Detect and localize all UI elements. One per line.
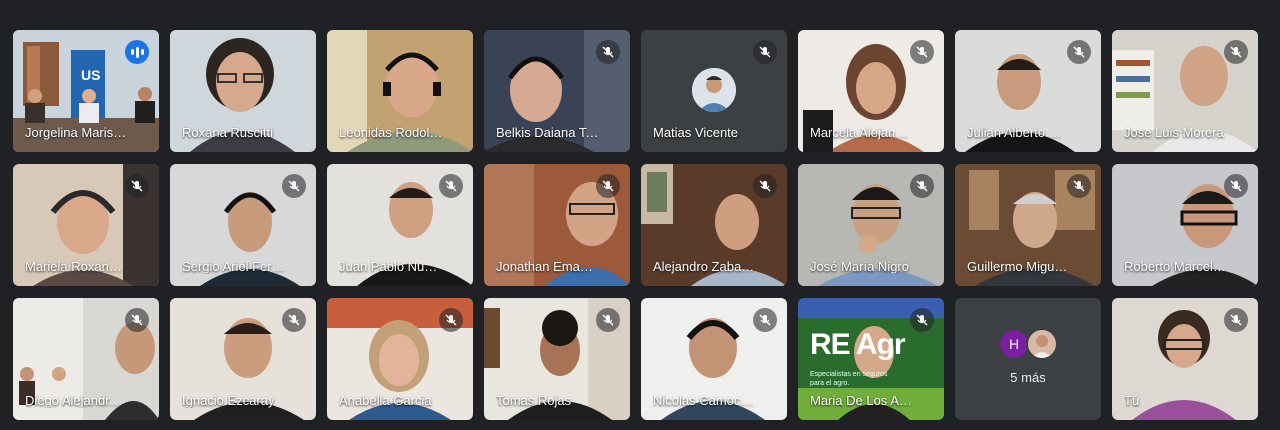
- participant-tile[interactable]: Tomas Rojas: [484, 298, 630, 420]
- speaking-indicator-icon: [125, 40, 149, 64]
- participant-tile[interactable]: Ignacio Ezcaray: [170, 298, 316, 420]
- participant-name: Marcela Alejandr…: [810, 125, 914, 140]
- participant-tile[interactable]: Julian Alberto Ni…: [955, 30, 1101, 152]
- participant-name: Matias Vicente: [653, 125, 739, 140]
- participant-name: Roberto Marcelo…: [1124, 259, 1228, 274]
- participant-name: Diego Alejandro …: [25, 393, 129, 408]
- more-participants-tile[interactable]: H 5 más: [955, 298, 1101, 420]
- participant-name: José María Nigro: [810, 259, 909, 274]
- wall-text: US: [81, 67, 100, 83]
- participant-name: Belkis Daiana Ter…: [496, 125, 600, 140]
- self-view-tile[interactable]: Tú: [1112, 298, 1258, 420]
- mic-off-icon: [125, 308, 149, 332]
- avatar-photo: [1026, 328, 1058, 360]
- participant-tile[interactable]: Jose Luis Morera: [1112, 30, 1258, 152]
- banner-subtext: Especialistas en seguros para el agro.: [810, 371, 888, 387]
- participant-name: Mariela Roxana …: [25, 259, 129, 274]
- participant-avatar: [692, 68, 736, 112]
- mic-off-icon: [1224, 174, 1248, 198]
- participant-name: Jorgelina Marisol…: [25, 125, 129, 140]
- mic-off-icon: [753, 174, 777, 198]
- participant-tile[interactable]: Jonathan Emanu…: [484, 164, 630, 286]
- participant-name: Anabella Garcia: [339, 393, 432, 408]
- participant-name: Roxana Ruscitti: [182, 125, 274, 140]
- mic-off-icon: [596, 40, 620, 64]
- participant-name: Julian Alberto Ni…: [967, 125, 1071, 140]
- participant-name: Tomas Rojas: [496, 393, 572, 408]
- participant-name: Sergio Ariel Fern…: [182, 259, 286, 274]
- participant-name: Ignacio Ezcaray: [182, 393, 275, 408]
- participant-name: Guillermo Migue…: [967, 259, 1071, 274]
- mic-off-icon: [282, 308, 306, 332]
- participant-tile[interactable]: Juan Pablo Nuñez: [327, 164, 473, 286]
- mic-off-icon: [439, 174, 463, 198]
- participant-name: Jose Luis Morera: [1124, 125, 1224, 140]
- participant-tile[interactable]: Nicolas Camocar…: [641, 298, 787, 420]
- mic-off-icon: [910, 174, 934, 198]
- mic-off-icon: [1224, 308, 1248, 332]
- participant-tile[interactable]: Sergio Ariel Fern…: [170, 164, 316, 286]
- participant-tile[interactable]: Mariela Roxana …: [13, 164, 159, 286]
- banner-brand-text: RE Agr: [810, 328, 906, 361]
- participant-name: Leonidas Rodolf…: [339, 125, 443, 140]
- participant-tile[interactable]: Roberto Marcelo…: [1112, 164, 1258, 286]
- more-participants-label: 5 más: [1010, 370, 1046, 385]
- participant-name: Maria De Los An…: [810, 393, 914, 408]
- mic-off-icon: [596, 174, 620, 198]
- participant-name: Alejandro Zabalett: [653, 259, 757, 274]
- mic-off-icon: [282, 174, 306, 198]
- participant-tile[interactable]: Belkis Daiana Ter…: [484, 30, 630, 152]
- participant-tile[interactable]: RE Agr Especialistas en seguros para el …: [798, 298, 944, 420]
- mic-off-icon: [910, 308, 934, 332]
- participant-name: Jonathan Emanu…: [496, 259, 600, 274]
- participant-name: Tú: [1124, 393, 1140, 408]
- participant-tile[interactable]: José María Nigro: [798, 164, 944, 286]
- participant-grid: US Jorgelina Marisol… Roxana Ruscitti Le…: [13, 30, 1258, 420]
- mic-off-icon: [753, 308, 777, 332]
- mic-off-icon: [1067, 40, 1091, 64]
- participant-name: Nicolas Camocar…: [653, 393, 757, 408]
- participant-tile[interactable]: Matias Vicente: [641, 30, 787, 152]
- participant-tile[interactable]: Diego Alejandro …: [13, 298, 159, 420]
- mic-off-icon: [1067, 174, 1091, 198]
- mic-off-icon: [596, 308, 620, 332]
- participant-name: Juan Pablo Nuñez: [339, 259, 443, 274]
- participant-tile[interactable]: Alejandro Zabalett: [641, 164, 787, 286]
- participant-tile[interactable]: Marcela Alejandr…: [798, 30, 944, 152]
- participant-tile[interactable]: Anabella Garcia: [327, 298, 473, 420]
- mic-off-icon: [1224, 40, 1248, 64]
- participant-tile[interactable]: US Jorgelina Marisol…: [13, 30, 159, 152]
- mic-off-icon: [125, 174, 149, 198]
- mic-off-icon: [439, 308, 463, 332]
- participant-tile[interactable]: Leonidas Rodolf…: [327, 30, 473, 152]
- more-avatars: H: [955, 328, 1101, 360]
- mic-off-icon: [753, 40, 777, 64]
- participant-tile[interactable]: Roxana Ruscitti: [170, 30, 316, 152]
- mic-off-icon: [910, 40, 934, 64]
- participant-tile[interactable]: Guillermo Migue…: [955, 164, 1101, 286]
